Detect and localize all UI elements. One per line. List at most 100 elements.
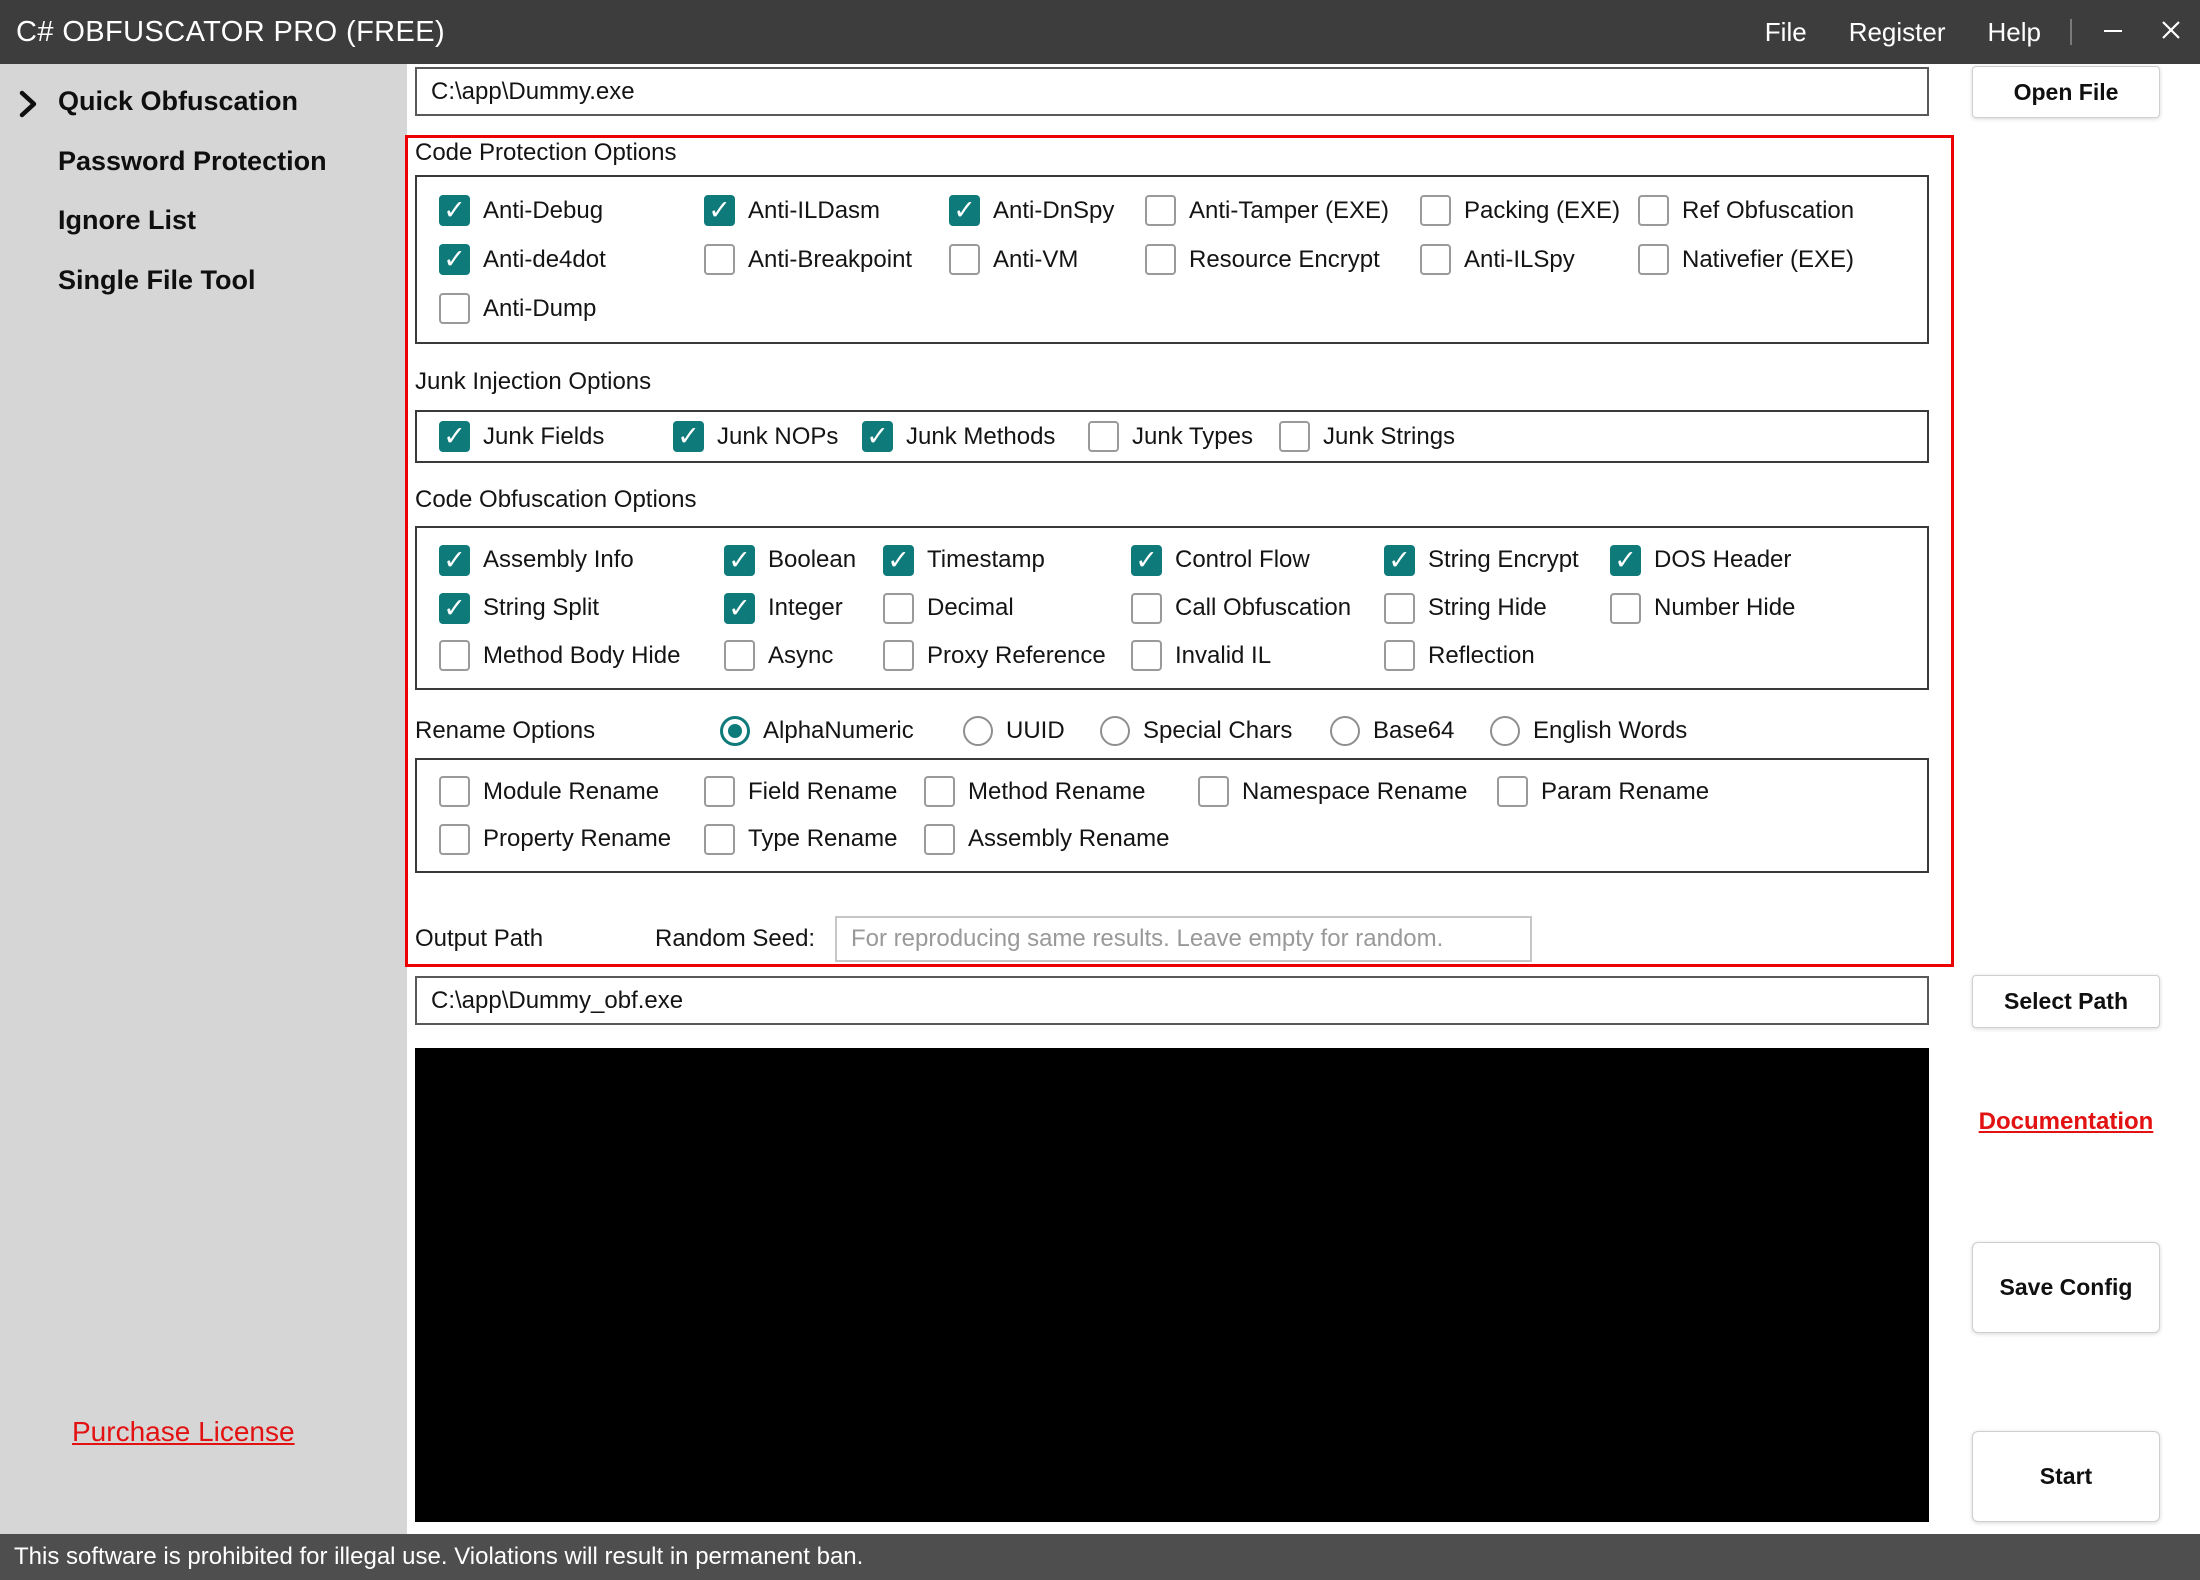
checkbox-label: Assembly Rename (968, 825, 1169, 853)
checkbox-assembly-info[interactable]: Assembly Info (439, 545, 724, 576)
checkbox-param-rename[interactable]: Param Rename (1497, 776, 1709, 807)
checkbox-box (439, 244, 470, 275)
checkbox-box (439, 824, 470, 855)
checkbox-box (1145, 244, 1176, 275)
checkbox-anti-breakpoint[interactable]: Anti-Breakpoint (704, 244, 949, 275)
checkbox-box (1088, 421, 1119, 452)
checkbox-label: String Encrypt (1428, 546, 1579, 574)
checkbox-label: Invalid IL (1175, 642, 1271, 670)
checkbox-box (1384, 640, 1415, 671)
checkbox-anti-dnspy[interactable]: Anti-DnSpy (949, 195, 1145, 226)
sidebar-item-ignore-list[interactable]: Ignore List (58, 205, 196, 236)
save-config-button[interactable]: Save Config (1972, 1242, 2160, 1333)
checkbox-label: Timestamp (927, 546, 1045, 574)
checkbox-dos-header[interactable]: DOS Header (1610, 545, 1791, 576)
checkbox-label: Number Hide (1654, 594, 1795, 622)
checkbox-ref-obfuscation[interactable]: Ref Obfuscation (1638, 195, 1854, 226)
radio-special-chars[interactable]: Special Chars (1100, 716, 1330, 746)
checkbox-integer[interactable]: Integer (724, 593, 883, 624)
checkbox-box (1638, 244, 1669, 275)
checkbox-anti-ildasm[interactable]: Anti-ILDasm (704, 195, 949, 226)
checkbox-box (883, 545, 914, 576)
radio-english-words[interactable]: English Words (1490, 716, 1687, 746)
code-protection-group: Anti-Debug Anti-ILDasm Anti-DnSpy Anti-T… (415, 175, 1929, 344)
checkbox-box (924, 824, 955, 855)
checkbox-field-rename[interactable]: Field Rename (704, 776, 924, 807)
checkbox-label: Namespace Rename (1242, 778, 1467, 806)
radio-circle (1490, 716, 1520, 746)
checkbox-reflection[interactable]: Reflection (1384, 640, 1535, 671)
radio-uuid[interactable]: UUID (963, 716, 1100, 746)
radio-alphanumeric[interactable]: AlphaNumeric (720, 716, 963, 746)
checkbox-label: Call Obfuscation (1175, 594, 1351, 622)
checkbox-junk-strings[interactable]: Junk Strings (1279, 421, 1455, 452)
close-button[interactable] (2142, 0, 2200, 64)
menu-help[interactable]: Help (1967, 0, 2062, 64)
checkbox-anti-vm[interactable]: Anti-VM (949, 244, 1145, 275)
select-path-button[interactable]: Select Path (1972, 975, 2160, 1028)
checkbox-anti-tamper-exe[interactable]: Anti-Tamper (EXE) (1145, 195, 1420, 226)
checkbox-resource-encrypt[interactable]: Resource Encrypt (1145, 244, 1420, 275)
checkbox-packing-exe[interactable]: Packing (EXE) (1420, 195, 1638, 226)
checkbox-nativefier-exe[interactable]: Nativefier (EXE) (1638, 244, 1854, 275)
checkbox-junk-nops[interactable]: Junk NOPs (673, 421, 862, 452)
checkbox-box (439, 776, 470, 807)
checkbox-control-flow[interactable]: Control Flow (1131, 545, 1384, 576)
checkbox-anti-de4dot[interactable]: Anti-de4dot (439, 244, 704, 275)
input-file-path[interactable] (415, 67, 1929, 116)
sidebar-item-single-file-tool[interactable]: Single File Tool (58, 265, 256, 296)
purchase-license-link[interactable]: Purchase License (72, 1416, 295, 1448)
checkbox-type-rename[interactable]: Type Rename (704, 824, 924, 855)
random-seed-input[interactable] (835, 916, 1532, 962)
checkbox-box (1610, 593, 1641, 624)
menu-register[interactable]: Register (1828, 0, 1967, 64)
checkbox-junk-fields[interactable]: Junk Fields (439, 421, 673, 452)
start-button[interactable]: Start (1972, 1431, 2160, 1522)
checkbox-anti-debug[interactable]: Anti-Debug (439, 195, 704, 226)
checkbox-timestamp[interactable]: Timestamp (883, 545, 1131, 576)
checkbox-assembly-rename[interactable]: Assembly Rename (924, 824, 1169, 855)
checkbox-anti-ilspy[interactable]: Anti-ILSpy (1420, 244, 1638, 275)
documentation-link[interactable]: Documentation (1972, 1108, 2160, 1136)
checkbox-junk-methods[interactable]: Junk Methods (862, 421, 1088, 452)
checkbox-label: Field Rename (748, 778, 897, 806)
checkbox-label: Method Rename (968, 778, 1145, 806)
checkbox-anti-dump[interactable]: Anti-Dump (439, 293, 704, 324)
checkbox-label: Anti-Tamper (EXE) (1189, 197, 1389, 225)
checkbox-label: Anti-DnSpy (993, 197, 1114, 225)
checkbox-row: Anti-Debug Anti-ILDasm Anti-DnSpy Anti-T… (439, 195, 1927, 226)
checkbox-string-split[interactable]: String Split (439, 593, 724, 624)
checkbox-module-rename[interactable]: Module Rename (439, 776, 704, 807)
checkbox-box (724, 593, 755, 624)
checkbox-junk-types[interactable]: Junk Types (1088, 421, 1279, 452)
menu-file[interactable]: File (1744, 0, 1828, 64)
open-file-button[interactable]: Open File (1972, 66, 2160, 118)
status-bar-text: This software is prohibited for illegal … (14, 1543, 863, 1571)
status-bar: This software is prohibited for illegal … (0, 1534, 2200, 1580)
radio-base64[interactable]: Base64 (1330, 716, 1490, 746)
checkbox-call-obfuscation[interactable]: Call Obfuscation (1131, 593, 1384, 624)
checkbox-method-rename[interactable]: Method Rename (924, 776, 1198, 807)
minimize-button[interactable] (2084, 0, 2142, 64)
checkbox-namespace-rename[interactable]: Namespace Rename (1198, 776, 1497, 807)
checkbox-number-hide[interactable]: Number Hide (1610, 593, 1795, 624)
checkbox-row: Property Rename Type Rename Assembly Ren… (439, 824, 1927, 855)
checkbox-async[interactable]: Async (724, 640, 883, 671)
checkbox-label: Junk Types (1132, 423, 1253, 451)
checkbox-property-rename[interactable]: Property Rename (439, 824, 704, 855)
output-path-label: Output Path (415, 925, 543, 953)
checkbox-decimal[interactable]: Decimal (883, 593, 1131, 624)
checkbox-method-body-hide[interactable]: Method Body Hide (439, 640, 724, 671)
checkbox-invalid-il[interactable]: Invalid IL (1131, 640, 1384, 671)
sidebar-item-password-protection[interactable]: Password Protection (58, 146, 327, 177)
checkbox-label: Type Rename (748, 825, 897, 853)
checkbox-string-hide[interactable]: String Hide (1384, 593, 1610, 624)
output-file-path[interactable] (415, 976, 1929, 1025)
checkbox-box (1131, 640, 1162, 671)
checkbox-boolean[interactable]: Boolean (724, 545, 883, 576)
checkbox-string-encrypt[interactable]: String Encrypt (1384, 545, 1610, 576)
checkbox-label: Anti-de4dot (483, 246, 606, 274)
checkbox-proxy-reference[interactable]: Proxy Reference (883, 640, 1131, 671)
sidebar-item-quick-obfuscation[interactable]: Quick Obfuscation (58, 86, 298, 117)
checkbox-label: Proxy Reference (927, 642, 1106, 670)
